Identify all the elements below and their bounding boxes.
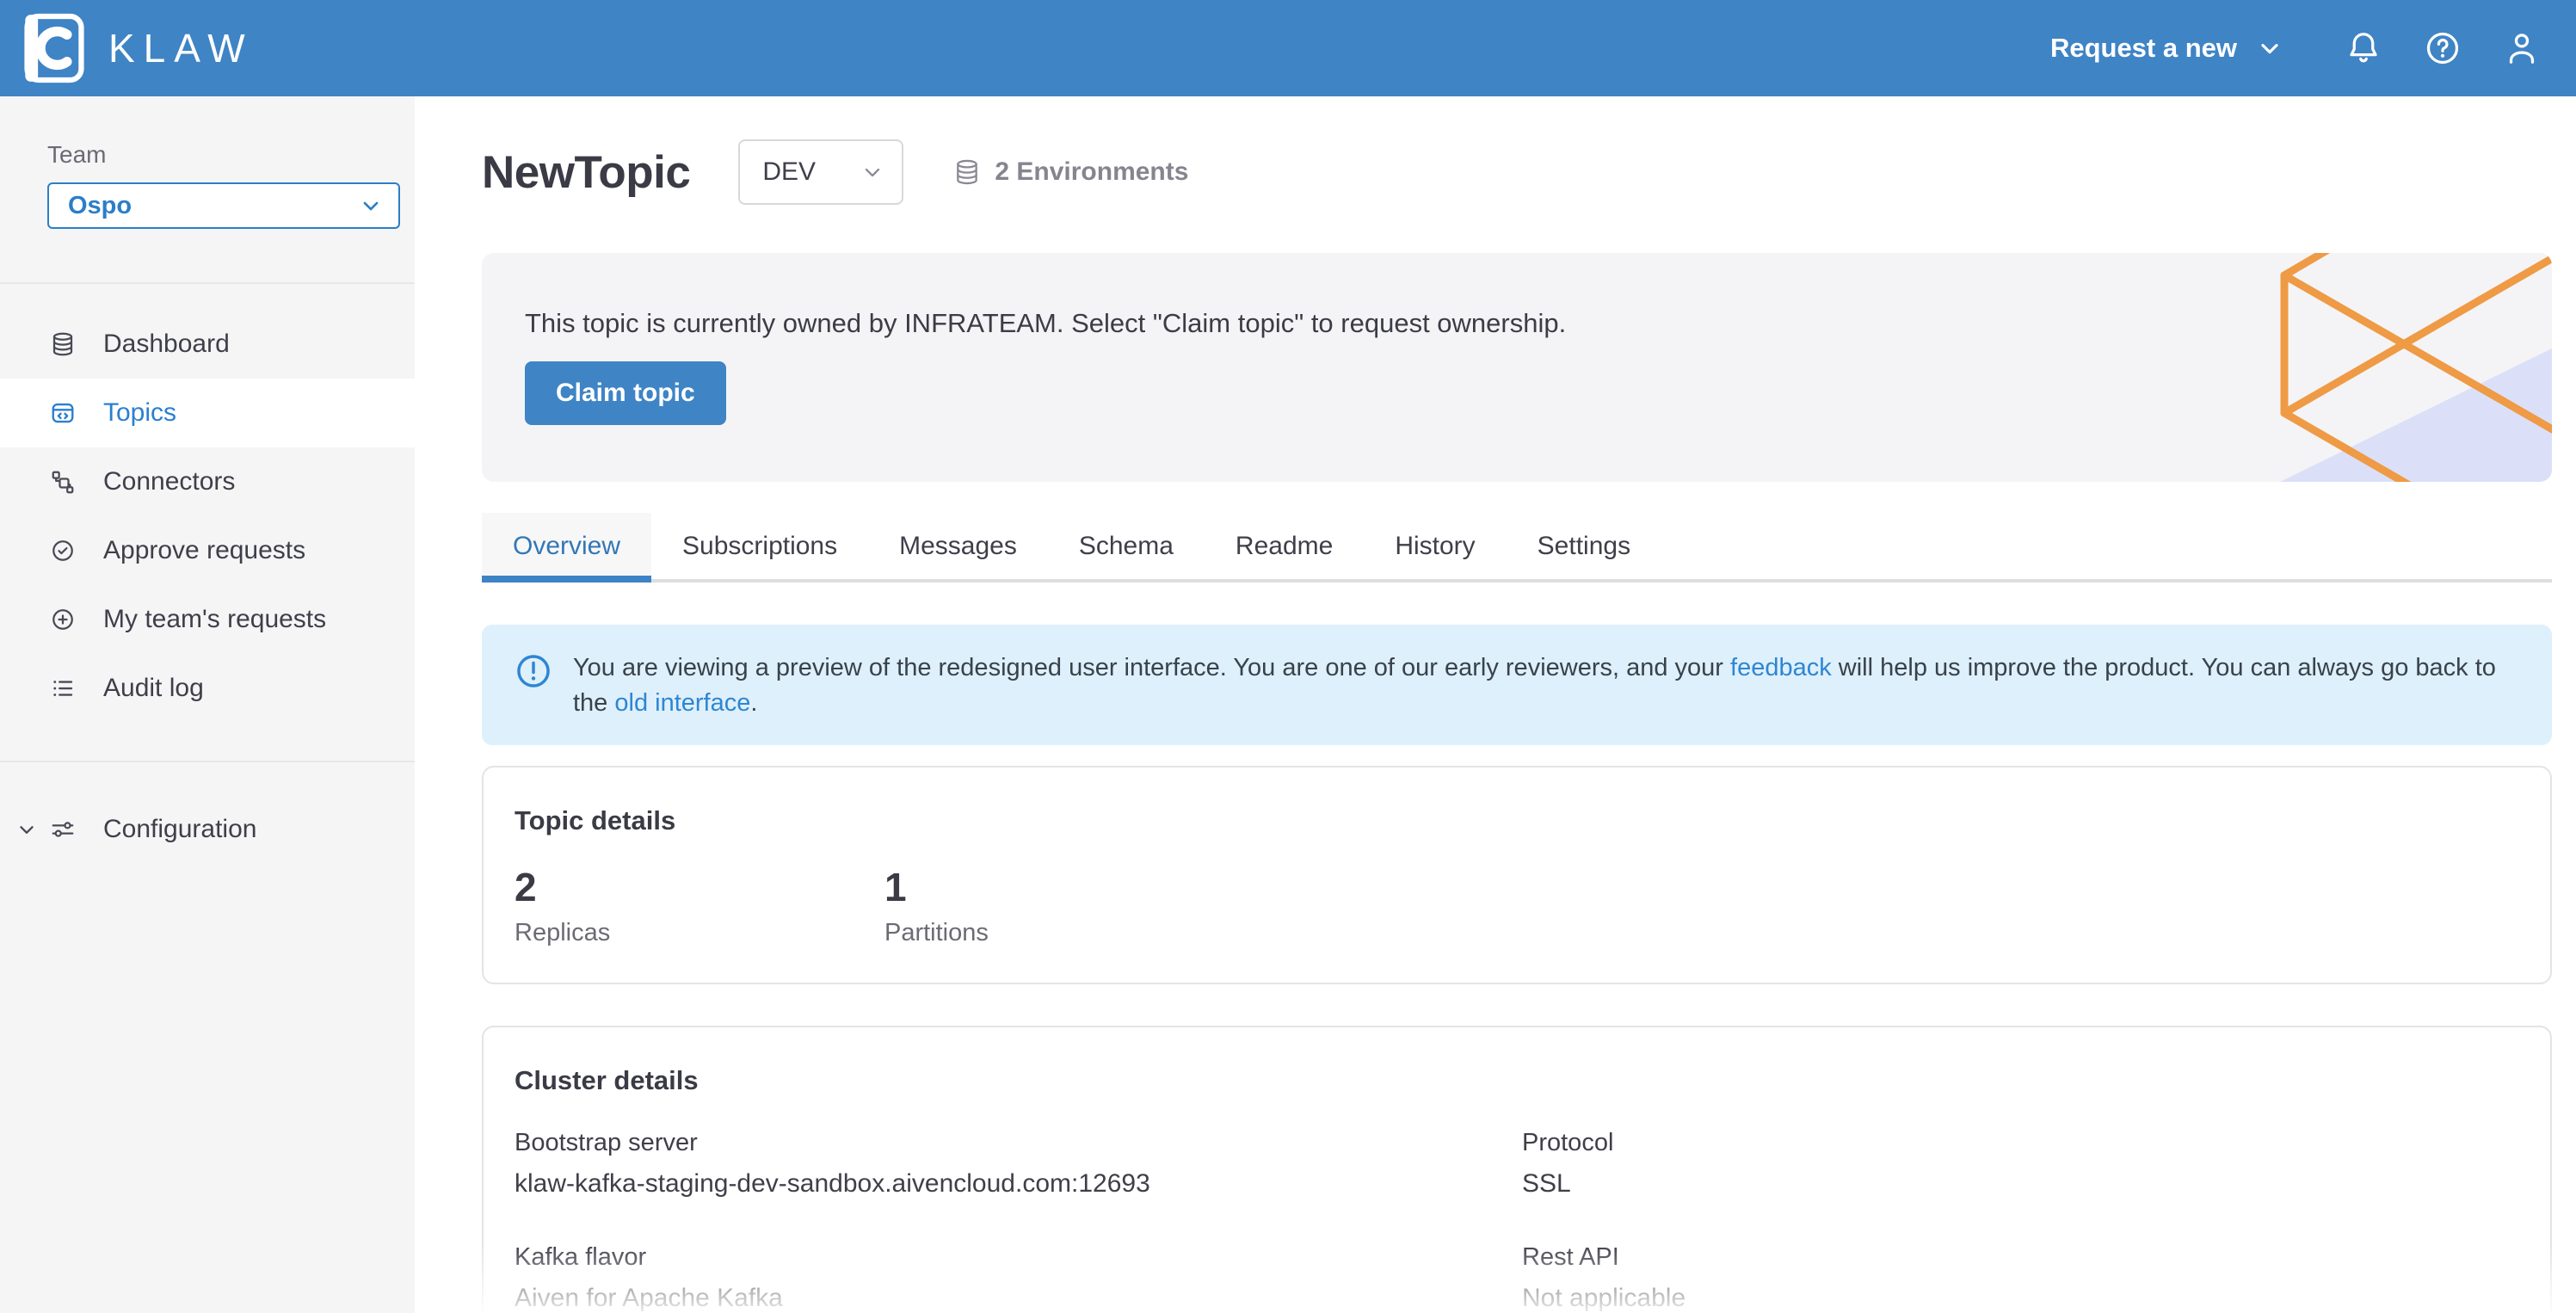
environments-count-label: 2 Environments [995, 157, 1188, 187]
partitions-label: Partitions [884, 919, 1254, 947]
database-icon [953, 158, 981, 186]
cluster-details-card: Cluster details Bootstrap server klaw-ka… [482, 1026, 2552, 1313]
protocol-field: Protocol SSL [1522, 1129, 2519, 1199]
sidebar-item-connectors[interactable]: Connectors [0, 447, 415, 516]
preview-notice-banner: You are viewing a preview of the redesig… [482, 625, 2552, 745]
field-value: Not applicable [1522, 1284, 2519, 1313]
feedback-link[interactable]: feedback [1730, 654, 1832, 681]
brand-name: KLAW [108, 25, 254, 71]
environments-count: 2 Environments [953, 157, 1188, 187]
help-button[interactable] [2423, 28, 2462, 68]
claim-banner-message: This topic is currently owned by INFRATE… [525, 306, 2552, 341]
tab-overview[interactable]: Overview [482, 513, 651, 579]
field-value: klaw-kafka-staging-dev-sandbox.aivenclou… [515, 1169, 1522, 1199]
field-label: Protocol [1522, 1129, 2519, 1157]
sidebar-item-approve-requests[interactable]: Approve requests [0, 516, 415, 585]
claim-topic-banner: This topic is currently owned by INFRATE… [482, 253, 2552, 482]
sidebar-item-label: Audit log [103, 674, 204, 703]
sidebar: Team Ospo Dashboard [0, 96, 415, 1313]
sidebar-item-my-teams-requests[interactable]: My team's requests [0, 585, 415, 654]
bell-icon [2344, 28, 2383, 68]
preview-notice-text: You are viewing a preview of the redesig… [573, 650, 2512, 721]
field-value: SSL [1522, 1169, 2519, 1199]
top-navigation-bar: KLAW Request a new [0, 0, 2576, 96]
tab-readme[interactable]: Readme [1205, 513, 1364, 579]
chevron-down-icon [2256, 34, 2283, 62]
replicas-value: 2 [515, 866, 884, 909]
notice-part-1: You are viewing a preview of the redesig… [573, 654, 1730, 681]
database-icon [50, 331, 76, 357]
tab-messages[interactable]: Messages [868, 513, 1048, 579]
user-icon [2502, 28, 2542, 68]
sidebar-item-dashboard[interactable]: Dashboard [0, 310, 415, 379]
rest-api-field: Rest API Not applicable [1522, 1243, 2519, 1313]
page-header: NewTopic DEV 2 Environments [482, 139, 2552, 205]
team-label: Team [47, 141, 415, 169]
connector-icon [50, 469, 76, 495]
chevron-down-icon[interactable] [15, 818, 38, 841]
tab-settings[interactable]: Settings [1507, 513, 1661, 579]
help-icon [2423, 28, 2462, 68]
claim-topic-button[interactable]: Claim topic [525, 361, 726, 425]
cluster-details-heading: Cluster details [515, 1065, 2519, 1096]
chevron-down-icon [860, 160, 884, 184]
request-a-new-dropdown[interactable]: Request a new [2050, 33, 2283, 64]
list-icon [50, 675, 76, 701]
team-select-value: Ospo [68, 192, 132, 220]
field-label: Bootstrap server [515, 1129, 1522, 1157]
main-content: NewTopic DEV 2 Environments [415, 96, 2576, 1313]
chevron-down-icon [359, 194, 383, 218]
request-a-new-label: Request a new [2050, 33, 2237, 64]
sidebar-item-label: My team's requests [103, 605, 326, 634]
plus-circle-icon [50, 607, 76, 632]
partitions-stat: 1 Partitions [884, 866, 1254, 947]
environment-select-value: DEV [762, 157, 816, 187]
field-value: Aiven for Apache Kafka [515, 1284, 1522, 1313]
configuration-label: Configuration [103, 815, 256, 844]
code-window-icon [50, 400, 76, 426]
notifications-button[interactable] [2344, 28, 2383, 68]
topic-details-heading: Topic details [515, 805, 2519, 836]
klaw-logo-link[interactable]: KLAW [22, 11, 254, 85]
replicas-stat: 2 Replicas [515, 866, 884, 947]
klaw-logo-icon [22, 11, 86, 85]
check-circle-icon [50, 538, 76, 564]
sidebar-divider [0, 761, 415, 762]
field-label: Rest API [1522, 1243, 2519, 1272]
topic-details-card: Topic details 2 Replicas 1 Partitions [482, 766, 2552, 984]
sidebar-item-label: Connectors [103, 467, 235, 496]
bootstrap-server-field: Bootstrap server klaw-kafka-staging-dev-… [515, 1129, 1522, 1199]
sliders-icon [50, 817, 76, 842]
kafka-flavor-field: Kafka flavor Aiven for Apache Kafka [515, 1243, 1522, 1313]
field-label: Kafka flavor [515, 1243, 1522, 1272]
tab-schema[interactable]: Schema [1048, 513, 1205, 579]
environment-select[interactable]: DEV [738, 139, 903, 205]
sidebar-item-label: Topics [103, 398, 176, 428]
partitions-value: 1 [884, 866, 1254, 909]
page-title: NewTopic [482, 146, 690, 199]
notice-part-3: . [750, 689, 757, 717]
replicas-label: Replicas [515, 919, 884, 947]
sidebar-item-label: Dashboard [103, 330, 230, 359]
user-menu-button[interactable] [2502, 28, 2542, 68]
sidebar-item-label: Approve requests [103, 536, 305, 565]
topic-tabs: Overview Subscriptions Messages Schema R… [482, 513, 2552, 583]
sidebar-item-configuration[interactable]: Configuration [0, 795, 415, 864]
sidebar-item-audit-log[interactable]: Audit log [0, 654, 415, 723]
sidebar-menu: Dashboard Topics [0, 284, 415, 723]
tab-history[interactable]: History [1364, 513, 1506, 579]
sidebar-item-topics[interactable]: Topics [0, 379, 415, 447]
old-interface-link[interactable]: old interface [614, 689, 750, 717]
info-icon [515, 652, 552, 690]
team-select[interactable]: Ospo [47, 182, 400, 229]
tab-subscriptions[interactable]: Subscriptions [651, 513, 868, 579]
